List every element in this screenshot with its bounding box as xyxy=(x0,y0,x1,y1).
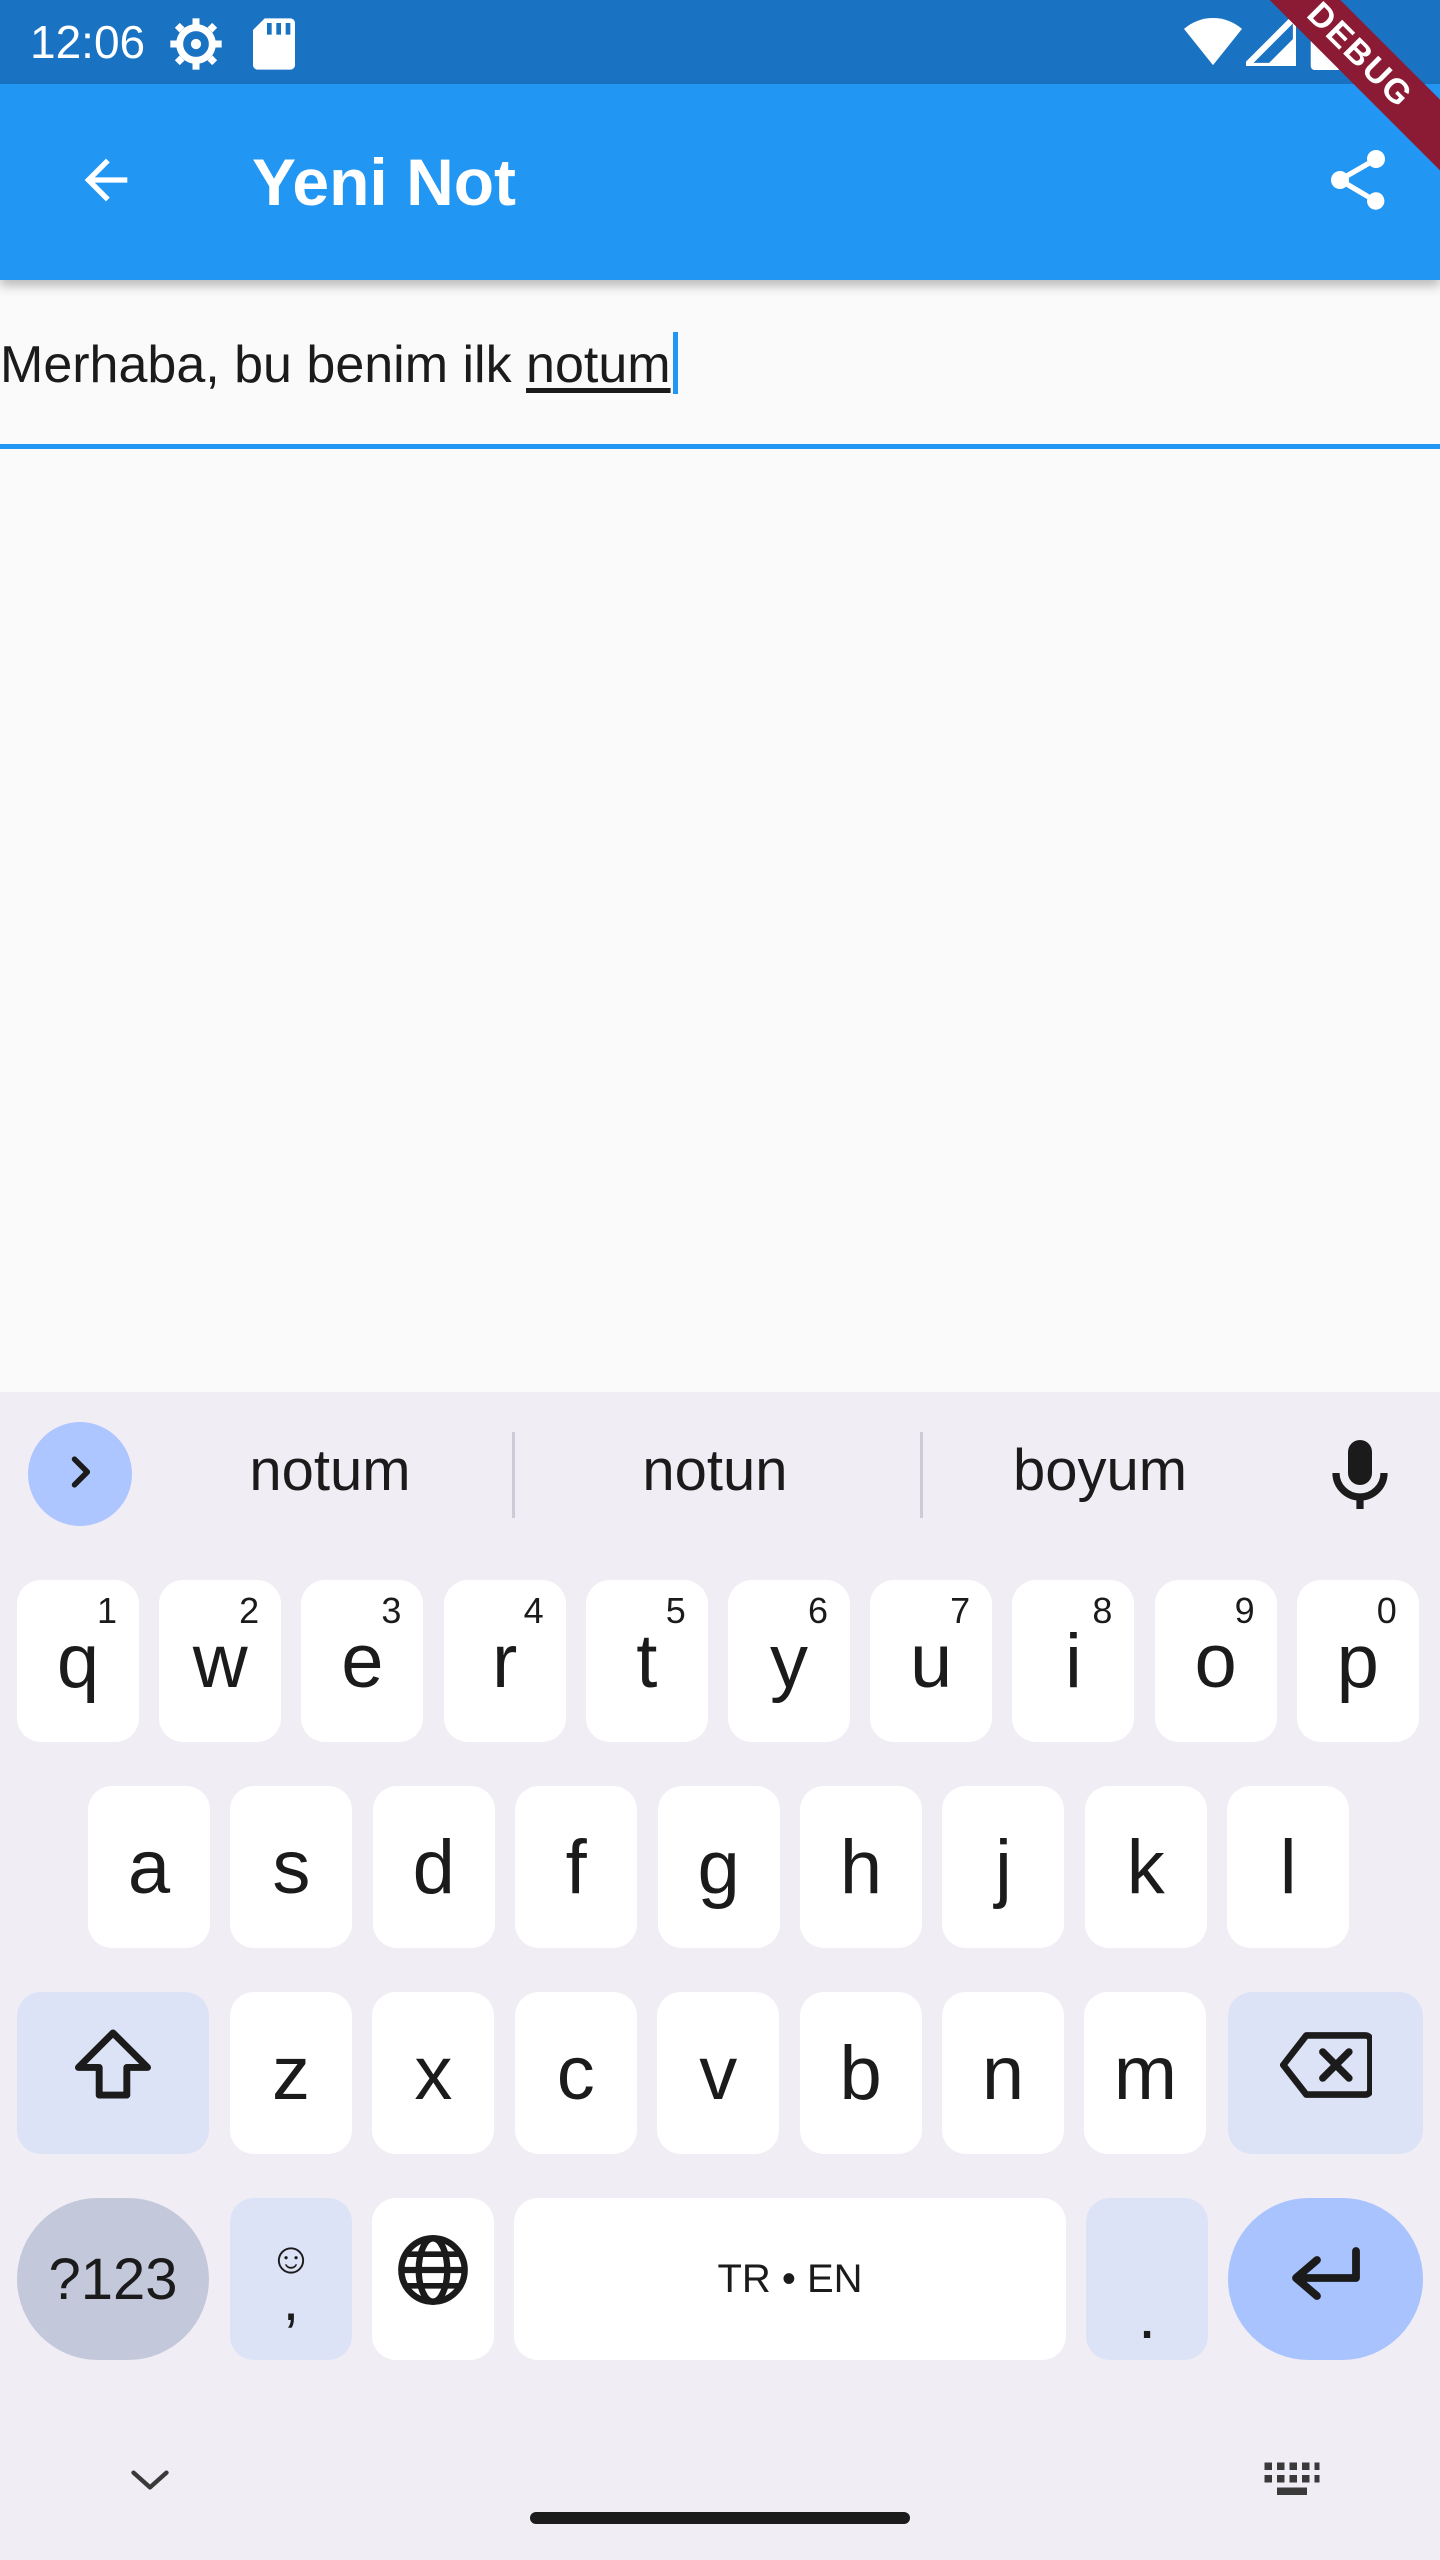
keyboard-nav-area xyxy=(0,2432,1440,2560)
key-z[interactable]: z xyxy=(230,1992,352,2154)
key-v[interactable]: v xyxy=(657,1992,780,2154)
key-hint: 3 xyxy=(381,1590,402,1631)
key-i[interactable]: i8 xyxy=(1012,1580,1135,1742)
key-t[interactable]: t5 xyxy=(585,1580,708,1742)
key-d[interactable]: d xyxy=(372,1786,495,1948)
share-button[interactable] xyxy=(1310,134,1406,230)
key-hint: 6 xyxy=(807,1590,828,1631)
key-label: q xyxy=(56,1618,100,1704)
text-cursor xyxy=(672,332,678,394)
space-key[interactable]: TR • EN xyxy=(514,2198,1066,2360)
symbols-key[interactable]: ?123 xyxy=(17,2198,209,2360)
hide-keyboard-button[interactable] xyxy=(120,2452,180,2512)
backspace-key[interactable] xyxy=(1228,1992,1423,2154)
period-label: . xyxy=(1137,2278,1157,2352)
shift-key[interactable] xyxy=(17,1992,209,2154)
voice-input-button[interactable] xyxy=(1310,1428,1410,1528)
key-hint: 2 xyxy=(239,1590,260,1631)
suggestion-3[interactable]: boyum xyxy=(960,1436,1240,1506)
suggestion-2[interactable]: notun xyxy=(575,1436,855,1506)
backspace-icon xyxy=(1279,2030,1374,2117)
key-p[interactable]: p0 xyxy=(1296,1580,1419,1742)
key-label: u xyxy=(910,1618,953,1704)
text-field-underline xyxy=(0,444,1440,449)
soft-keyboard: notum notun boyum q1w2e3r4t5y6u7i8o9p0 a… xyxy=(0,1392,1440,2560)
note-text-plain: Merhaba, bu benim ilk xyxy=(0,336,527,394)
key-j[interactable]: j xyxy=(942,1786,1065,1948)
enter-key[interactable] xyxy=(1228,2198,1423,2360)
chevron-right-icon xyxy=(58,1450,102,1499)
key-hint: 5 xyxy=(665,1590,686,1631)
comma-label: , xyxy=(282,2266,300,2333)
key-r[interactable]: r4 xyxy=(443,1580,566,1742)
key-c[interactable]: c xyxy=(514,1992,637,2154)
key-e[interactable]: e3 xyxy=(301,1580,424,1742)
key-f[interactable]: f xyxy=(515,1786,638,1948)
share-icon xyxy=(1322,144,1394,221)
suggestion-divider xyxy=(920,1432,923,1518)
settings-gear-icon xyxy=(168,16,224,77)
key-w[interactable]: w2 xyxy=(159,1580,282,1742)
suggestion-strip: notum notun boyum xyxy=(0,1392,1440,1552)
key-hint: 9 xyxy=(1234,1590,1255,1631)
key-m[interactable]: m xyxy=(1084,1992,1207,2154)
home-gesture-bar[interactable] xyxy=(530,2512,910,2524)
key-x[interactable]: x xyxy=(372,1992,495,2154)
key-label: y xyxy=(770,1618,808,1704)
key-a[interactable]: a xyxy=(88,1786,210,1948)
wifi-icon xyxy=(1184,16,1242,71)
sd-card-icon xyxy=(252,16,296,77)
note-text[interactable]: Merhaba, bu benim ilk notum xyxy=(0,332,678,397)
key-h[interactable]: h xyxy=(800,1786,922,1948)
toolbar-expand-button[interactable] xyxy=(28,1422,132,1526)
note-text-composing: notum xyxy=(526,336,671,394)
note-text-field[interactable]: Merhaba, bu benim ilk notum xyxy=(0,280,1440,450)
keyboard-icon xyxy=(1262,2460,1322,2505)
enter-icon xyxy=(1286,2236,1366,2323)
status-bar: 12:06 xyxy=(0,0,1440,84)
key-label: e xyxy=(341,1618,384,1704)
microphone-icon xyxy=(1330,1439,1390,1517)
key-q[interactable]: q1 xyxy=(17,1580,139,1742)
suggestion-divider xyxy=(512,1432,515,1518)
key-label: i xyxy=(1064,1618,1082,1704)
page-title: Yeni Not xyxy=(252,145,517,219)
keyboard-switch-button[interactable] xyxy=(1260,2452,1324,2512)
key-hint: 8 xyxy=(1092,1590,1113,1631)
key-k[interactable]: k xyxy=(1084,1786,1207,1948)
status-time: 12:06 xyxy=(30,16,146,68)
key-b[interactable]: b xyxy=(799,1992,922,2154)
language-switch-key[interactable] xyxy=(372,2198,494,2360)
app-bar: Yeni Not xyxy=(0,84,1440,280)
key-label: p xyxy=(1336,1618,1379,1704)
key-g[interactable]: g xyxy=(657,1786,780,1948)
key-n[interactable]: n xyxy=(942,1992,1064,2154)
key-u[interactable]: u7 xyxy=(870,1580,993,1742)
shift-icon xyxy=(71,2026,155,2120)
key-y[interactable]: y6 xyxy=(728,1580,850,1742)
globe-icon xyxy=(395,2232,471,2326)
key-label: t xyxy=(636,1618,658,1704)
key-hint: 0 xyxy=(1376,1590,1397,1631)
key-label: o xyxy=(1194,1618,1237,1704)
suggestion-1[interactable]: notum xyxy=(190,1436,470,1506)
key-l[interactable]: l xyxy=(1227,1786,1350,1948)
key-hint: 4 xyxy=(523,1590,544,1631)
key-hint: 1 xyxy=(96,1590,117,1631)
key-o[interactable]: o9 xyxy=(1154,1580,1277,1742)
key-hint: 7 xyxy=(950,1590,971,1631)
key-label: r xyxy=(491,1618,518,1704)
key-s[interactable]: s xyxy=(230,1786,353,1948)
back-button[interactable] xyxy=(58,134,154,230)
arrow-back-icon xyxy=(74,148,138,217)
period-key[interactable]: . xyxy=(1086,2198,1208,2360)
emoji-comma-key[interactable]: ☺ , xyxy=(230,2198,352,2360)
chevron-down-icon xyxy=(128,2465,172,2500)
cell-signal-icon xyxy=(1238,8,1300,71)
